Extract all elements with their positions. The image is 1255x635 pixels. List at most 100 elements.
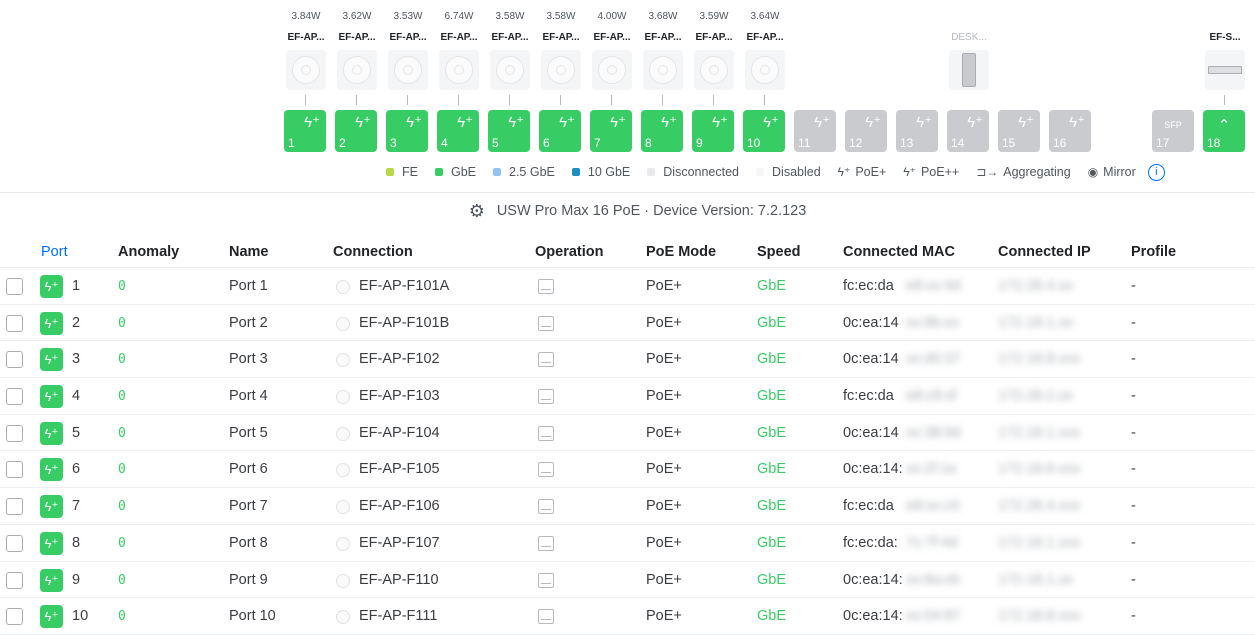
port-column: EF-S... 18 ⌃ [1203, 0, 1247, 155]
port-link-line [458, 95, 459, 105]
poe-bolt-icon: ϟ⁺ [712, 114, 728, 131]
header-poe-mode[interactable]: PoE Mode [646, 244, 716, 260]
cell-ip-redacted: 172.18.1.xxx [998, 424, 1081, 441]
cell-speed: GbE [757, 314, 787, 331]
cell-ip-redacted: 172.28.2.xx [998, 388, 1073, 405]
cell-profile: - [1131, 388, 1136, 405]
cell-connection[interactable]: EF-AP-F103 [359, 388, 440, 404]
desktop-icon[interactable] [949, 50, 989, 90]
port-tile[interactable]: 3 ϟ⁺ [386, 110, 428, 152]
operation-icon [538, 279, 554, 294]
port-tile[interactable]: 11 ϟ⁺ [794, 110, 836, 152]
cell-ip-redacted: 172.28.4.xxx [998, 498, 1081, 515]
port-tile[interactable]: 8 ϟ⁺ [641, 110, 683, 152]
port-tile[interactable]: 1 ϟ⁺ [284, 110, 326, 152]
cell-mac: 0c:ea:14 [843, 424, 899, 441]
gear-icon[interactable]: ⚙ [469, 201, 485, 222]
header-connection[interactable]: Connection [333, 244, 413, 260]
port-column: 4.00W EF-AP... 7 ϟ⁺ [590, 0, 634, 155]
poe-bolt-icon: ϟ⁺ [406, 114, 422, 131]
row-checkbox[interactable] [6, 351, 23, 369]
table-row[interactable]: ϟ⁺ 7 0 Port 7 EF-AP-F106 PoE+ GbE fc:ec:… [0, 488, 1255, 525]
row-checkbox[interactable] [6, 461, 23, 479]
operation-icon [538, 389, 554, 405]
port-tile[interactable]: 10 ϟ⁺ [743, 110, 785, 152]
row-checkbox[interactable] [6, 278, 23, 295]
cell-connection[interactable]: EF-AP-F107 [359, 535, 440, 551]
cell-profile: - [1131, 571, 1136, 588]
table-row[interactable]: ϟ⁺ 6 0 Port 6 EF-AP-F105 PoE+ GbE 0c:ea:… [0, 451, 1255, 489]
cell-connection[interactable]: EF-AP-F101A [359, 278, 449, 294]
port-tile[interactable]: 6 ϟ⁺ [539, 110, 581, 152]
port-column: 11 ϟ⁺ [794, 0, 838, 155]
row-checkbox[interactable] [6, 534, 23, 552]
header-ip[interactable]: Connected IP [998, 244, 1091, 260]
table-row[interactable]: ϟ⁺ 9 0 Port 9 EF-AP-F110 PoE+ GbE 0c:ea:… [0, 562, 1255, 599]
header-name[interactable]: Name [229, 244, 269, 260]
port-tile[interactable]: 13 ϟ⁺ [896, 110, 938, 152]
table-row[interactable]: ϟ⁺ 4 0 Port 4 EF-AP-F103 PoE+ GbE fc:ec:… [0, 378, 1255, 415]
header-operation[interactable]: Operation [535, 244, 603, 260]
port-tile[interactable]: 16 ϟ⁺ [1049, 110, 1091, 152]
table-row[interactable]: ϟ⁺ 8 0 Port 8 EF-AP-F107 PoE+ GbE fc:ec:… [0, 525, 1255, 562]
row-checkbox[interactable] [6, 424, 23, 442]
table-row[interactable]: ϟ⁺ 10 0 Port 10 EF-AP-F111 PoE+ GbE 0c:e… [0, 598, 1255, 635]
poe-bolt-icon: ϟ⁺ [355, 114, 371, 131]
switch-icon[interactable] [1205, 50, 1245, 90]
access-point-icon[interactable] [745, 50, 785, 90]
row-checkbox[interactable] [6, 571, 23, 589]
access-point-icon[interactable] [286, 50, 326, 90]
access-point-icon[interactable] [490, 50, 530, 90]
cell-connection[interactable]: EF-AP-F105 [359, 461, 440, 477]
port-tile[interactable]: 2 ϟ⁺ [335, 110, 377, 152]
ports-table: Port Anomaly Name Connection Operation P… [0, 236, 1255, 635]
poe-port-icon: ϟ⁺ [40, 385, 63, 409]
cell-name: Port 2 [229, 314, 268, 331]
access-point-icon [336, 610, 350, 625]
row-checkbox[interactable] [6, 608, 23, 626]
poepp-bolt-icon: ϟ⁺ [903, 165, 916, 179]
access-point-icon[interactable] [592, 50, 632, 90]
header-mac[interactable]: Connected MAC [843, 244, 955, 260]
access-point-icon[interactable] [337, 50, 377, 90]
port-tile[interactable]: 9 ϟ⁺ [692, 110, 734, 152]
operation-icon [538, 572, 554, 588]
cell-connection[interactable]: EF-AP-F104 [359, 425, 440, 441]
row-checkbox[interactable] [6, 388, 23, 406]
table-row[interactable]: ϟ⁺ 2 0 Port 2 EF-AP-F101B PoE+ GbE 0c:ea… [0, 305, 1255, 342]
port-tile[interactable]: 7 ϟ⁺ [590, 110, 632, 152]
header-profile[interactable]: Profile [1131, 244, 1176, 260]
table-row[interactable]: ϟ⁺ 5 0 Port 5 EF-AP-F104 PoE+ GbE 0c:ea:… [0, 415, 1255, 452]
port-legend: FE GbE 2.5 GbE 10 GbE Disconnected Disab… [386, 163, 1165, 181]
port-tile[interactable]: 15 ϟ⁺ [998, 110, 1040, 152]
port-tile[interactable]: 12 ϟ⁺ [845, 110, 887, 152]
access-point-icon[interactable] [439, 50, 479, 90]
port-tile[interactable]: 5 ϟ⁺ [488, 110, 530, 152]
row-checkbox[interactable] [6, 498, 23, 516]
header-speed[interactable]: Speed [757, 244, 801, 260]
header-anomaly[interactable]: Anomaly [118, 244, 179, 260]
legend-disabled: Disabled [756, 165, 821, 179]
table-row[interactable]: ϟ⁺ 3 0 Port 3 EF-AP-F102 PoE+ GbE 0c:ea:… [0, 341, 1255, 379]
access-point-icon[interactable] [388, 50, 428, 90]
row-checkbox[interactable] [6, 314, 23, 332]
port-column: 3.68W EF-AP... 8 ϟ⁺ [641, 0, 685, 155]
cell-poe-mode: PoE+ [646, 424, 682, 441]
cell-connection[interactable]: EF-AP-F106 [359, 498, 440, 514]
cell-connection[interactable]: EF-AP-F101B [359, 315, 449, 331]
port-column: 3.53W EF-AP... 3 ϟ⁺ [386, 0, 430, 155]
access-point-icon[interactable] [541, 50, 581, 90]
cell-connection[interactable]: EF-AP-F102 [359, 351, 440, 367]
access-point-icon[interactable] [643, 50, 683, 90]
port-tile[interactable]: 17 SFP [1152, 110, 1194, 152]
port-tile[interactable]: 18 ⌃ [1203, 110, 1245, 152]
table-row[interactable]: ϟ⁺ 1 0 Port 1 EF-AP-F101A PoE+ GbE fc:ec… [0, 268, 1255, 305]
header-port[interactable]: Port [41, 244, 68, 260]
cell-speed: GbE [757, 498, 787, 515]
cell-connection[interactable]: EF-AP-F110 [359, 572, 439, 588]
port-tile[interactable]: 4 ϟ⁺ [437, 110, 479, 152]
info-icon[interactable]: i [1147, 163, 1165, 181]
port-tile[interactable]: 14 ϟ⁺ [947, 110, 989, 152]
cell-connection[interactable]: EF-AP-F111 [359, 608, 437, 624]
access-point-icon[interactable] [694, 50, 734, 90]
